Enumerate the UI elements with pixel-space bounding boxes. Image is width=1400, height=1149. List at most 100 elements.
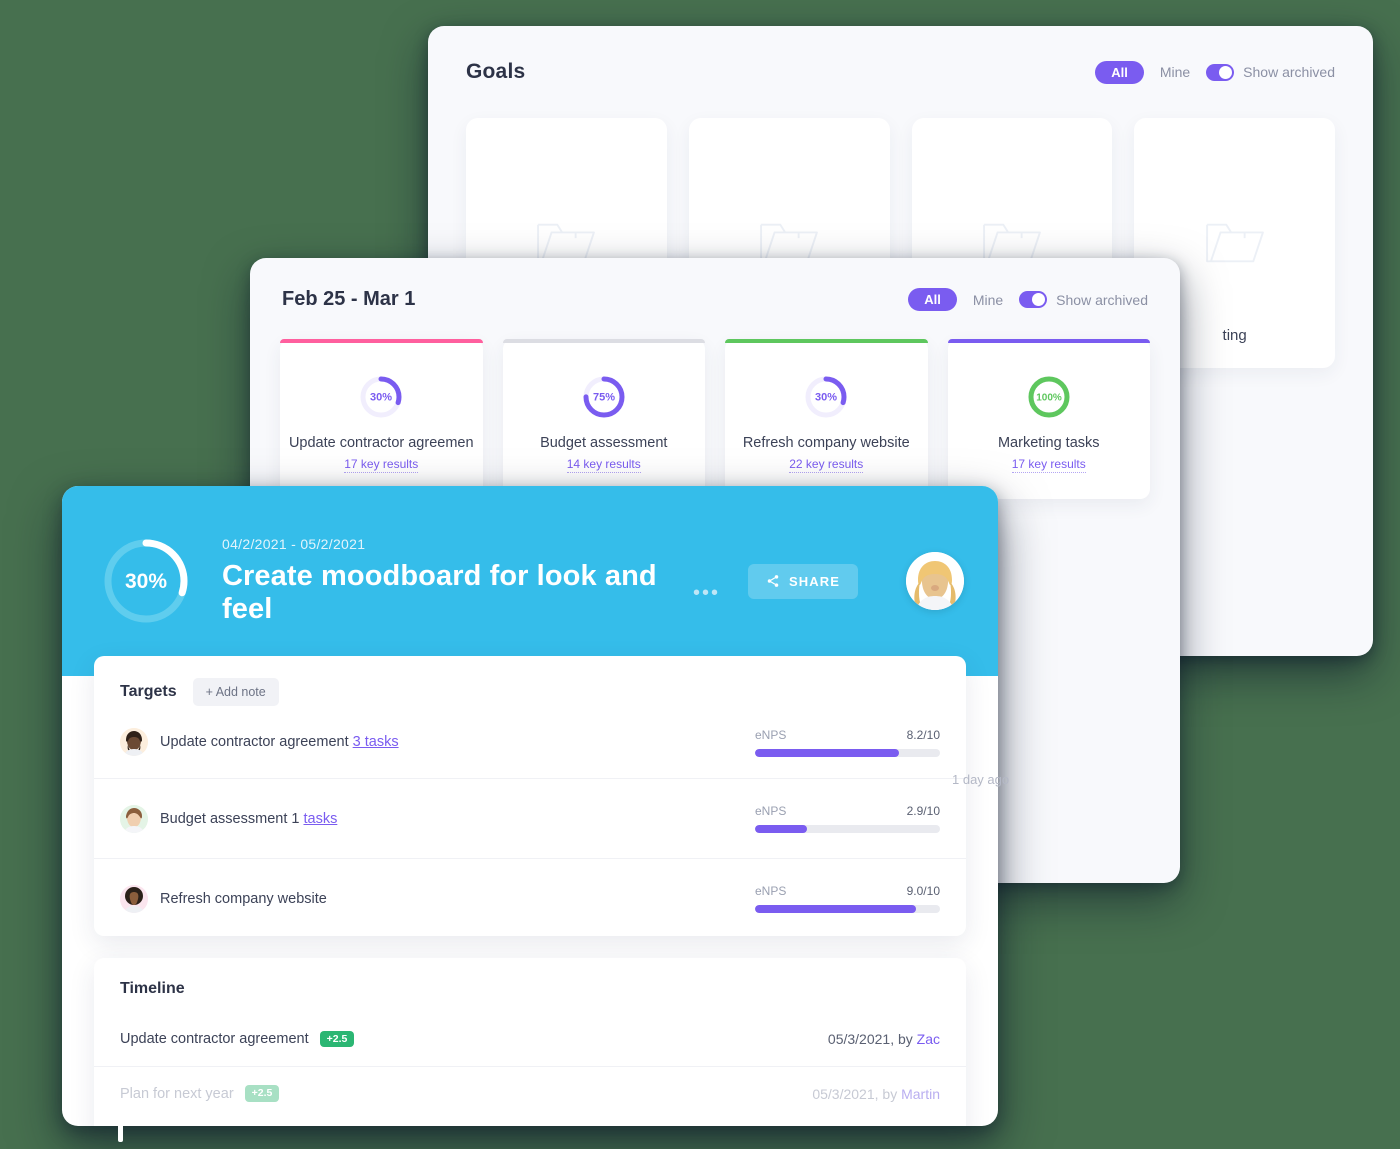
more-options-icon[interactable]: ••• xyxy=(693,583,720,603)
show-archived-toggle[interactable] xyxy=(1019,291,1048,308)
nps-value: 8.2/10 xyxy=(906,727,940,742)
target-label: Update contractor agreement 3 tasks xyxy=(160,734,755,750)
nps-bar-fill xyxy=(755,825,807,833)
week-header: Feb 25 - Mar 1 All Mine Show archived xyxy=(250,258,1180,311)
timeline-entry: Plan for next year +2.5 xyxy=(120,1085,812,1102)
overall-progress-ring: 30% xyxy=(104,539,188,623)
progress-ring: 30% xyxy=(805,376,847,418)
target-name: Refresh company website xyxy=(160,890,327,907)
targets-header: Targets + Add note xyxy=(94,656,966,706)
goal-card-key-results[interactable]: 17 key results xyxy=(344,457,419,473)
nps-header: eNPS 8.2/10 xyxy=(755,728,940,742)
show-archived-toggle-group[interactable]: Show archived xyxy=(1019,291,1148,308)
nps-bar-track xyxy=(755,905,940,913)
goal-card-timestamp: 1 day ago xyxy=(952,772,1010,787)
goal-card[interactable]: 30% Refresh company website 22 key resul… xyxy=(725,339,928,499)
timeline-date: 05/3/2021, by xyxy=(812,1085,902,1102)
filter-mine-button[interactable]: Mine xyxy=(1160,64,1190,80)
nps-value: 2.9/10 xyxy=(906,804,940,818)
timeline-title: Timeline xyxy=(120,980,185,997)
timeline-row[interactable]: Plan for next year +2.5 05/3/2021, by Ma… xyxy=(94,1066,966,1120)
goal-card-key-results[interactable]: 17 key results xyxy=(1011,457,1086,473)
show-archived-label: Show archived xyxy=(1056,291,1148,308)
goal-card[interactable]: 30% Update contractor agreemen 17 key re… xyxy=(280,339,483,499)
nps-bar-track xyxy=(755,825,940,833)
ring-percent-label: 30% xyxy=(370,392,392,404)
nps-bar-fill xyxy=(755,748,900,757)
nps-bar-track xyxy=(755,748,940,757)
target-name: Budget assessment 1 xyxy=(160,810,300,827)
timeline-author[interactable]: Zac xyxy=(917,1031,940,1047)
timeline-card: Timeline Update contractor agreement +2.… xyxy=(94,958,966,1126)
target-label: Budget assessment 1 tasks xyxy=(160,811,755,827)
week-filter-controls: All Mine Show archived xyxy=(908,288,1148,311)
nps-value: 9.0/10 xyxy=(906,884,940,898)
goal-card-key-results[interactable]: 14 key results xyxy=(566,457,641,473)
goal-card-grid: 30% Update contractor agreemen 17 key re… xyxy=(250,311,1180,499)
nps-meter: eNPS 9.0/10 xyxy=(755,884,940,913)
progress-ring: 75% xyxy=(583,376,625,418)
timeline-delta-badge: +2.5 xyxy=(244,1085,280,1102)
target-tasks-link[interactable]: 3 tasks xyxy=(353,734,399,750)
goal-title-row: Create moodboard for look and feel ••• xyxy=(222,560,720,626)
avatar-image xyxy=(120,884,148,913)
nps-header: eNPS 2.9/10 xyxy=(755,804,940,818)
show-archived-toggle[interactable] xyxy=(1206,63,1235,81)
detail-hero-texts: 04/2/2021 - 05/2/2021 Create moodboard f… xyxy=(222,536,720,626)
show-archived-label: Show archived xyxy=(1243,64,1335,80)
avatar-image xyxy=(120,804,148,833)
goal-card-name: Budget assessment xyxy=(540,435,668,451)
goal-card-name: Update contractor agreemen xyxy=(288,435,474,451)
filter-all-button[interactable]: All xyxy=(908,288,957,311)
targets-title: Targets xyxy=(120,683,177,700)
overall-progress-label: 30% xyxy=(125,570,167,593)
target-label: Refresh company website xyxy=(160,891,755,907)
nps-meter: eNPS 2.9/10 xyxy=(755,804,940,833)
timeline-meta: 05/3/2021, by Zac xyxy=(828,1031,940,1047)
show-archived-toggle-group[interactable]: Show archived xyxy=(1206,63,1335,81)
scroll-indicator-tick xyxy=(118,1118,123,1142)
timeline-author[interactable]: Martin xyxy=(901,1086,940,1102)
avatar-image xyxy=(120,728,148,756)
goal-card[interactable]: 75% Budget assessment 14 key results xyxy=(502,339,705,499)
timeline-meta: 05/3/2021, by Martin xyxy=(812,1086,940,1102)
target-row[interactable]: Update contractor agreement 3 tasks eNPS… xyxy=(94,706,966,778)
goals-filter-controls: All Mine Show archived xyxy=(1095,60,1335,84)
detail-hero: 30% 04/2/2021 - 05/2/2021 Create moodboa… xyxy=(62,486,998,676)
timeline-row[interactable]: Update contractor agreement +2.5 05/3/20… xyxy=(94,1012,966,1066)
timeline-entry-name: Plan for next year xyxy=(120,1085,234,1102)
folder-icon xyxy=(1205,223,1264,263)
goal-title: Create moodboard for look and feel xyxy=(222,560,657,625)
timeline-date: 05/3/2021, by xyxy=(827,1031,917,1047)
ring-percent-label: 75% xyxy=(593,392,615,404)
goal-card[interactable]: 100% Marketing tasks 17 key results xyxy=(947,339,1150,499)
goal-card-key-results[interactable]: 22 key results xyxy=(789,457,864,473)
target-tasks-link[interactable]: tasks xyxy=(303,811,337,827)
nps-label: eNPS xyxy=(755,884,787,898)
goal-date-range: 04/2/2021 - 05/2/2021 xyxy=(222,536,366,552)
timeline-entry: Update contractor agreement +2.5 xyxy=(120,1030,828,1048)
goals-header: Goals All Mine Show archived xyxy=(428,26,1373,84)
target-row[interactable]: Refresh company website eNPS 9.0/10 xyxy=(94,858,966,938)
nps-label: eNPS xyxy=(755,727,787,742)
progress-ring: 100% xyxy=(1028,376,1070,418)
share-button[interactable]: SHARE xyxy=(747,563,858,599)
target-row[interactable]: Budget assessment 1 tasks eNPS 2.9/10 xyxy=(94,778,966,858)
avatar-image xyxy=(906,552,964,610)
avatar xyxy=(120,728,148,756)
timeline-delta-badge: +2.5 xyxy=(319,1030,355,1048)
goal-detail-panel: 30% 04/2/2021 - 05/2/2021 Create moodboa… xyxy=(62,486,998,1126)
goal-card-name: Refresh company website xyxy=(742,435,910,451)
targets-card: Targets + Add note Update contractor agr… xyxy=(94,656,966,936)
ring-percent-label: 100% xyxy=(1036,393,1062,404)
timeline-entry-name: Update contractor agreement xyxy=(120,1031,309,1047)
filter-all-button[interactable]: All xyxy=(1095,60,1144,84)
avatar[interactable] xyxy=(906,552,964,610)
ring-percent-label: 30% xyxy=(815,392,837,404)
page-title: Goals xyxy=(466,60,526,83)
timeline-header: Timeline xyxy=(94,958,966,998)
goal-card-name: Marketing tasks xyxy=(997,435,1100,451)
week-range-title: Feb 25 - Mar 1 xyxy=(282,288,416,310)
filter-mine-button[interactable]: Mine xyxy=(973,292,1003,308)
add-note-button[interactable]: + Add note xyxy=(192,678,279,706)
